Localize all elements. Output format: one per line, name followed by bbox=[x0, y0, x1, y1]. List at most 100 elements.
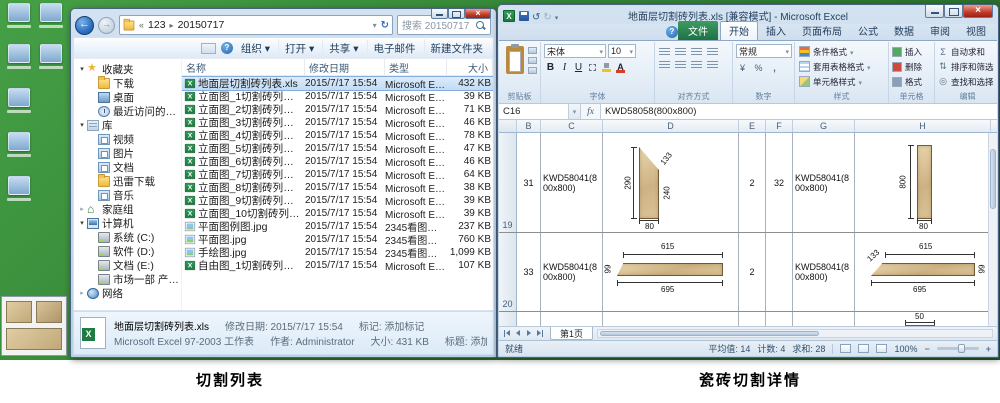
desktop-icon[interactable] bbox=[4, 88, 34, 122]
row-header[interactable]: 19 bbox=[499, 133, 517, 232]
sidebar-item[interactable]: 收藏夹 bbox=[74, 62, 181, 76]
vertical-scrollbar[interactable] bbox=[988, 133, 997, 326]
cell-empty[interactable] bbox=[517, 312, 541, 326]
find-select-button[interactable]: 查找和选择 bbox=[938, 74, 997, 89]
zoom-slider[interactable] bbox=[937, 347, 979, 350]
formula-input[interactable]: KWD58058(800x800) bbox=[601, 104, 997, 119]
borders-button[interactable] bbox=[586, 61, 599, 74]
page-break-view-icon[interactable] bbox=[876, 344, 887, 353]
sidebar-item[interactable]: 文档 bbox=[74, 160, 181, 174]
close-button[interactable] bbox=[465, 9, 491, 19]
column-header-size[interactable]: 大小 bbox=[447, 59, 493, 75]
ribbon-tab[interactable]: 公式 bbox=[850, 22, 886, 40]
cell-empty[interactable] bbox=[739, 312, 766, 326]
column-header[interactable]: C bbox=[541, 120, 603, 132]
back-button[interactable] bbox=[75, 16, 94, 35]
sidebar-item[interactable]: 文档 (E:) bbox=[74, 258, 181, 272]
ribbon-tab[interactable]: 页面布局 bbox=[794, 22, 850, 40]
insert-function-icon[interactable] bbox=[581, 104, 601, 119]
desktop-icon[interactable] bbox=[36, 44, 66, 78]
cell-empty[interactable] bbox=[793, 312, 855, 326]
redo-icon[interactable] bbox=[543, 7, 551, 25]
command-bar-item[interactable]: 共享 ▾ bbox=[322, 39, 364, 58]
align-bottom-button[interactable] bbox=[690, 46, 703, 57]
sidebar-item[interactable]: 市场一部 产品（专用） bbox=[74, 272, 181, 286]
column-header[interactable]: F bbox=[766, 120, 793, 132]
cell-empty[interactable] bbox=[541, 312, 603, 326]
cell-item-number[interactable] bbox=[766, 233, 793, 311]
sidebar-item[interactable]: 音乐 bbox=[74, 188, 181, 202]
copy-icon[interactable] bbox=[528, 57, 537, 64]
last-sheet-icon[interactable] bbox=[535, 329, 545, 338]
close-button[interactable] bbox=[963, 5, 993, 18]
font-color-button[interactable] bbox=[614, 61, 627, 74]
sidebar-item[interactable]: 库 bbox=[74, 118, 181, 132]
zoom-in-icon[interactable] bbox=[986, 344, 991, 354]
cell-quantity[interactable]: 2 bbox=[739, 233, 766, 311]
command-bar-item[interactable]: 新建文件夹 bbox=[424, 39, 490, 58]
name-box-dropdown-icon[interactable] bbox=[569, 104, 581, 119]
file-row[interactable]: 自由图_1切割砖列表.xls 2015/7/17 15:54 Microsoft… bbox=[182, 259, 493, 272]
forward-button[interactable] bbox=[98, 17, 115, 34]
cell-tile-diagram[interactable]: 800 80 bbox=[855, 133, 988, 232]
first-sheet-icon[interactable] bbox=[502, 329, 512, 338]
sidebar-item[interactable]: 软件 (D:) bbox=[74, 244, 181, 258]
merge-center-button[interactable] bbox=[706, 59, 719, 70]
cell-tile-spec[interactable]: KWD58041(800x800) bbox=[793, 233, 855, 311]
name-box[interactable]: C16 bbox=[499, 104, 569, 119]
format-as-table-button[interactable]: 套用表格格式 bbox=[798, 59, 885, 74]
cell-styles-button[interactable]: 单元格样式 bbox=[798, 74, 885, 89]
column-header-type[interactable]: 类型 bbox=[385, 59, 447, 75]
sidebar-item[interactable]: 下载 bbox=[74, 76, 181, 90]
expander-icon[interactable] bbox=[77, 65, 87, 73]
breadcrumb-overflow-chevron[interactable]: « bbox=[139, 20, 144, 30]
expander-icon[interactable] bbox=[77, 289, 87, 297]
sidebar-item[interactable]: 家庭组 bbox=[74, 202, 181, 216]
number-format-select[interactable]: 常规 bbox=[736, 44, 792, 58]
ribbon-tab[interactable]: 插入 bbox=[758, 22, 794, 40]
align-middle-button[interactable] bbox=[674, 46, 687, 57]
qat-dropdown-icon[interactable] bbox=[555, 7, 559, 25]
change-view-icon[interactable] bbox=[201, 43, 216, 54]
desktop-icon[interactable] bbox=[4, 44, 34, 78]
desktop-icon[interactable] bbox=[4, 3, 34, 37]
desktop-icon[interactable] bbox=[36, 3, 66, 37]
maximize-button[interactable] bbox=[944, 5, 963, 18]
previous-sheet-icon[interactable] bbox=[513, 329, 523, 338]
sidebar-item[interactable]: 图片 bbox=[74, 146, 181, 160]
delete-cells-button[interactable]: 删除 bbox=[892, 59, 931, 74]
column-header[interactable]: G bbox=[793, 120, 855, 132]
align-right-button[interactable] bbox=[690, 59, 703, 70]
sidebar-item[interactable]: 迅雷下载 bbox=[74, 174, 181, 188]
column-header[interactable]: E bbox=[739, 120, 766, 132]
cell-tile-diagram[interactable]: 133 290 240 80 bbox=[603, 133, 739, 232]
expander-icon[interactable] bbox=[77, 219, 87, 227]
ribbon-tab[interactable]: 视图 bbox=[958, 22, 994, 40]
row-header[interactable]: 20 bbox=[499, 233, 517, 311]
percent-format-button[interactable] bbox=[752, 61, 765, 73]
autosum-button[interactable]: 自动求和 bbox=[938, 44, 997, 59]
cell-tile-diagram[interactable]: 615 99 695 bbox=[603, 233, 739, 311]
font-size-select[interactable]: 10 bbox=[608, 44, 636, 58]
sidebar-item[interactable]: 计算机 bbox=[74, 216, 181, 230]
sidebar-item[interactable]: 桌面 bbox=[74, 90, 181, 104]
next-sheet-icon[interactable] bbox=[524, 329, 534, 338]
sidebar-item[interactable]: 最近访问的位置 bbox=[74, 104, 181, 118]
expander-icon[interactable] bbox=[77, 205, 87, 213]
command-bar-item[interactable]: 电子邮件 bbox=[367, 39, 422, 58]
format-painter-icon[interactable] bbox=[528, 67, 537, 74]
sidebar-item[interactable]: 网络 bbox=[74, 286, 181, 300]
align-left-button[interactable] bbox=[658, 59, 671, 70]
row-header[interactable] bbox=[499, 312, 517, 326]
help-icon[interactable] bbox=[666, 26, 678, 38]
bold-button[interactable] bbox=[544, 61, 557, 74]
details-title[interactable]: 标题: 添加标题 bbox=[445, 333, 487, 348]
column-header[interactable]: B bbox=[517, 120, 541, 132]
desktop-icon[interactable] bbox=[4, 176, 34, 210]
cell-empty[interactable] bbox=[766, 312, 793, 326]
sidebar-item[interactable]: 视频 bbox=[74, 132, 181, 146]
conditional-formatting-button[interactable]: 条件格式 bbox=[798, 44, 885, 59]
font-name-select[interactable]: 宋体 bbox=[544, 44, 606, 58]
column-header-name[interactable]: 名称 bbox=[182, 59, 305, 75]
refresh-icon[interactable] bbox=[381, 19, 389, 31]
